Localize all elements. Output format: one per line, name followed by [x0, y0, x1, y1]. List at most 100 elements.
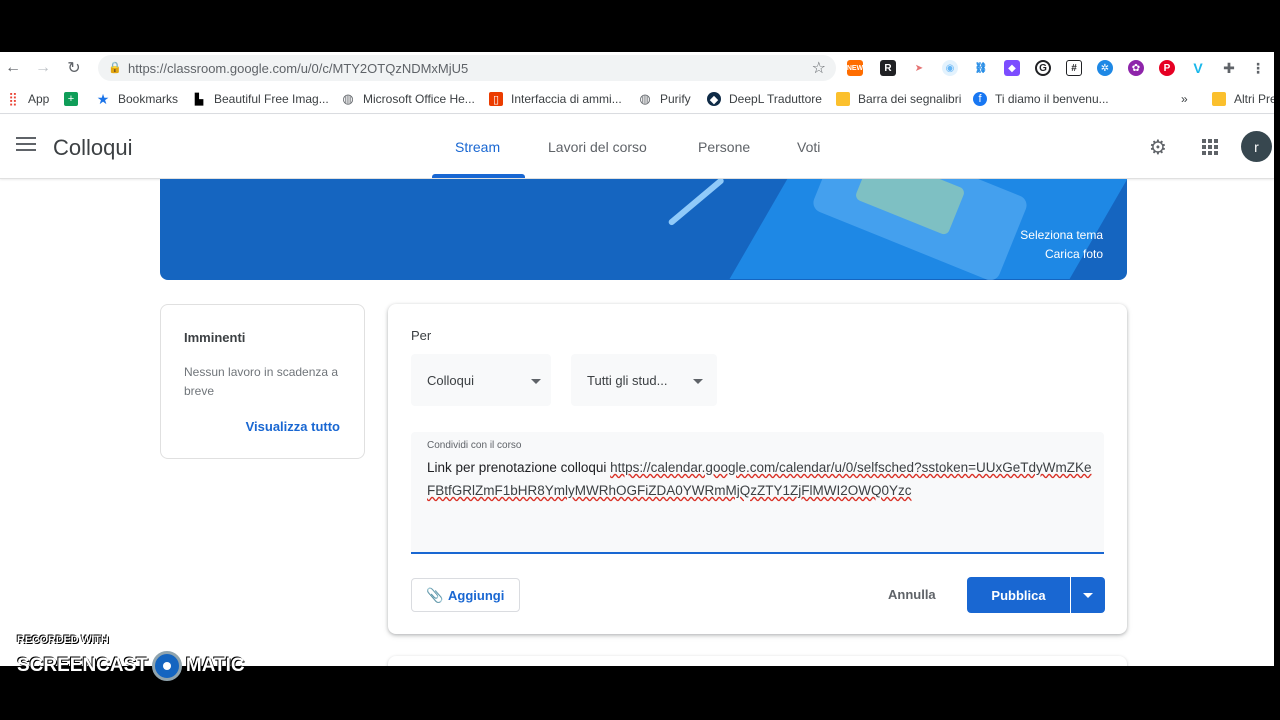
tab-grades[interactable]: Voti — [797, 139, 820, 155]
tab-classwork[interactable]: Lavori del corso — [548, 139, 647, 155]
chevron-down-icon — [693, 379, 703, 384]
bookmarks-overflow[interactable]: » — [1181, 91, 1188, 107]
extension-arrow-icon[interactable]: ➤ — [911, 60, 927, 76]
bookmarks-bar: ⣿ App + ★ Bookmarks ▙ Beautiful Free Ima… — [0, 84, 1274, 114]
globe-icon: ◍ — [639, 91, 651, 106]
editor-content[interactable]: Link per prenotazione colloqui https://c… — [427, 456, 1097, 502]
bookmark-label: Ti diamo il benvenu... — [995, 92, 1109, 106]
bookmark-label: App — [28, 92, 50, 106]
extension-settings-blue-icon[interactable]: ✲ — [1097, 60, 1113, 76]
bookmark-label: DeepL Traduttore — [729, 92, 822, 106]
tab-people[interactable]: Persone — [698, 139, 750, 155]
add-attachment-label: Aggiungi — [448, 588, 505, 603]
extension-link-icon[interactable]: ⛓ — [973, 60, 989, 76]
bookmark-other-folder[interactable]: Altri Pre — [1212, 91, 1274, 107]
cancel-button[interactable]: Annulla — [888, 587, 936, 602]
google-apps-icon[interactable] — [1202, 139, 1218, 155]
extension-purple-circle-icon[interactable]: ✿ — [1128, 60, 1144, 76]
avatar[interactable]: r — [1241, 131, 1272, 162]
class-title[interactable]: Colloqui — [53, 135, 133, 161]
tab-stream[interactable]: Stream — [455, 139, 500, 155]
for-label: Per — [411, 328, 432, 343]
extension-puzzle-purple-icon[interactable]: ◆ — [1004, 60, 1020, 76]
bookmark-label: Barra dei segnalibri — [858, 92, 962, 106]
reload-icon[interactable]: ↻ — [63, 57, 85, 79]
class-select[interactable]: Colloqui — [411, 354, 551, 406]
extension-new-icon[interactable]: NEW — [847, 60, 863, 76]
bookmark-sheets[interactable]: + — [64, 91, 86, 107]
editor-label: Condividi con il corso — [427, 440, 522, 451]
extension-grid-icon[interactable]: # — [1066, 60, 1082, 76]
announcement-composer: Per Colloqui Tutti gli stud... Condividi… — [388, 304, 1127, 634]
bookmark-office-help[interactable]: ◍ Microsoft Office He... — [341, 91, 475, 107]
bookmark-bookmarks[interactable]: ★ Bookmarks — [96, 91, 178, 107]
gear-icon[interactable]: ⚙ — [1149, 135, 1167, 160]
paperclip-icon: 📎 — [426, 587, 444, 603]
lock-icon: 🔒 — [108, 62, 122, 74]
extension-letter: R — [884, 62, 892, 74]
screencast-logo-icon — [151, 651, 182, 681]
more-icon: » — [1181, 92, 1188, 106]
classroom-header: Colloqui Stream Lavori del corso Persone… — [0, 115, 1274, 179]
bookmark-folder-bar[interactable]: Barra dei segnalibri — [836, 91, 961, 107]
folder-icon — [1212, 92, 1226, 106]
vimeo-icon[interactable]: V — [1190, 60, 1206, 76]
pinterest-icon[interactable]: P — [1159, 60, 1175, 76]
globe-icon: ◍ — [342, 91, 354, 106]
apps-grid-icon: ⣿ — [8, 91, 18, 106]
bookmark-label: Beautiful Free Imag... — [214, 92, 329, 106]
extensions-puzzle-icon[interactable]: ✚ — [1221, 60, 1237, 76]
view-all-link[interactable]: Visualizza tutto — [246, 419, 340, 434]
bookmark-purify[interactable]: ◍ Purify — [638, 91, 691, 107]
extension-target-icon[interactable]: ◉ — [942, 60, 958, 76]
browser-menu-icon[interactable]: ⋮ — [1250, 60, 1266, 76]
back-icon[interactable]: ← — [2, 57, 24, 79]
class-banner: Seleziona tema Carica foto — [160, 179, 1127, 280]
screencast-watermark: SCREENCAST MATIC — [17, 651, 245, 681]
forward-icon[interactable]: → — [32, 57, 54, 79]
upcoming-title: Imminenti — [184, 330, 246, 345]
bookmark-label: Interfaccia di ammi... — [511, 92, 622, 106]
address-bar[interactable]: 🔒 https://classroom.google.com/u/0/c/MTY… — [98, 55, 836, 81]
active-tab-indicator — [432, 174, 525, 178]
bookmark-label: Altri Pre — [1234, 92, 1274, 106]
watermark-left: SCREENCAST — [17, 655, 148, 676]
students-select[interactable]: Tutti gli stud... — [571, 354, 717, 406]
hamburger-menu-icon[interactable] — [16, 137, 36, 157]
publish-button[interactable]: Pubblica — [967, 577, 1070, 613]
url-text: https://classroom.google.com/u/0/c/MTY2O… — [128, 61, 469, 76]
bookmark-deepl[interactable]: ◆ DeepL Traduttore — [707, 91, 822, 107]
announcement-text-editor[interactable]: Condividi con il corso Link per prenotaz… — [411, 432, 1104, 554]
bookmark-star-icon[interactable]: ☆ — [812, 58, 826, 78]
extension-r-icon[interactable]: R — [880, 60, 896, 76]
chevron-down-icon — [1083, 593, 1093, 598]
editor-text-prefix: Link per prenotazione colloqui — [427, 460, 611, 475]
bookmark-label: Microsoft Office He... — [363, 92, 475, 106]
sheets-icon: + — [64, 92, 78, 106]
bookmark-facebook[interactable]: f Ti diamo il benvenu... — [973, 91, 1109, 107]
watermark-recorded-with: RECORDED WITH — [17, 634, 109, 646]
office-icon: ▯ — [489, 92, 503, 106]
folder-icon — [836, 92, 850, 106]
publish-options-button[interactable] — [1071, 577, 1105, 613]
deepl-icon: ◆ — [707, 92, 721, 106]
watermark-right: MATIC — [185, 655, 245, 676]
browser-toolbar: ← → ↻ 🔒 https://classroom.google.com/u/0… — [0, 52, 1274, 84]
bookmark-app[interactable]: ⣿ App — [6, 91, 49, 107]
browser-window: ← → ↻ 🔒 https://classroom.google.com/u/0… — [0, 52, 1274, 666]
bookmark-unsplash[interactable]: ▙ Beautiful Free Imag... — [192, 91, 329, 107]
banner-pen-illustration — [667, 179, 725, 227]
extension-g-icon[interactable]: G — [1035, 60, 1051, 76]
star-icon: ★ — [96, 90, 110, 107]
upcoming-empty-text: Nessun lavoro in scadenza a breve — [184, 365, 339, 398]
bookmark-admin[interactable]: ▯ Interfaccia di ammi... — [489, 91, 622, 107]
unsplash-icon: ▙ — [194, 93, 204, 106]
upcoming-card: Imminenti Nessun lavoro in scadenza a br… — [160, 304, 365, 459]
add-attachment-button[interactable]: 📎 Aggiungi — [411, 578, 520, 612]
facebook-icon: f — [973, 92, 987, 106]
upload-photo-link[interactable]: Carica foto — [1045, 247, 1103, 261]
select-theme-link[interactable]: Seleziona tema — [1020, 228, 1103, 242]
bookmark-label: Bookmarks — [118, 92, 179, 106]
extension-badge: NEW — [846, 64, 864, 72]
bookmark-label: Purify — [660, 92, 691, 106]
